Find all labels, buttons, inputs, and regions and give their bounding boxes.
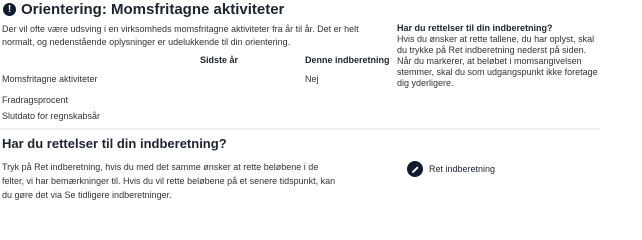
row-label-momsfritagne: Momsfritagne aktiviteter — [2, 74, 98, 84]
side-panel-text-1: Hvis du ønsker at rette tallene, du har … — [397, 34, 595, 55]
info-icon: ! — [3, 3, 16, 16]
row-value-momsfritagne: Nej — [305, 74, 319, 84]
ret-indberetning-label: Ret indberetning — [429, 164, 496, 174]
page-title: Orientering: Momsfritagne aktiviteter — [21, 1, 285, 18]
column-header-last-year: Sidste år — [200, 55, 239, 65]
intro-text: Der vil ofte være udsving i en virksomhe… — [2, 24, 359, 47]
side-panel: Har du rettelser til din indberetning? H… — [397, 23, 605, 89]
column-header-this-report: Denne indberetning — [305, 55, 390, 65]
section-divider — [0, 128, 600, 130]
pencil-icon — [407, 161, 423, 177]
row-label-slutdato: Slutdato for regnskabsår — [2, 111, 101, 121]
section-title: Har du rettelser til din indberetning? — [2, 136, 227, 151]
section-text: Tryk på Ret indberetning, hvis du med de… — [2, 162, 336, 200]
side-panel-title: Har du rettelser til din indberetning? — [397, 23, 553, 33]
row-label-fradragsprocent: Fradragsprocent — [2, 95, 69, 105]
ret-indberetning-button[interactable]: Ret indberetning — [407, 160, 495, 178]
side-panel-text-2: Når du markerer, at beløbet i momsangive… — [397, 56, 598, 88]
